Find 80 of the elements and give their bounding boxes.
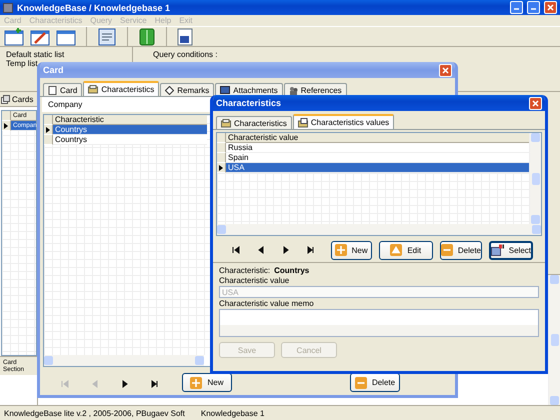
scrollbar[interactable] bbox=[44, 355, 204, 366]
new-window-icon[interactable] bbox=[4, 28, 24, 46]
triangle-icon bbox=[91, 380, 99, 388]
company-label: Company bbox=[48, 100, 82, 109]
window-button[interactable] bbox=[510, 1, 523, 14]
table-cell[interactable]: USA bbox=[226, 163, 529, 173]
row-pointer-icon bbox=[4, 122, 8, 128]
close-button[interactable] bbox=[529, 96, 542, 110]
window-title: Characteristics bbox=[216, 98, 282, 108]
skip-icon bbox=[151, 380, 159, 388]
list-item[interactable]: Default static list bbox=[6, 50, 64, 59]
select-button[interactable]: Select bbox=[489, 240, 533, 260]
edit-window-icon[interactable] bbox=[30, 28, 50, 46]
triangle-icon bbox=[121, 380, 129, 388]
plus-icon bbox=[190, 376, 202, 388]
skip-icon bbox=[232, 246, 240, 254]
table-cell[interactable]: Spain bbox=[226, 153, 529, 163]
new-button[interactable]: New bbox=[330, 240, 372, 260]
triangle-icon bbox=[390, 244, 402, 256]
tab[interactable]: Characteristics bbox=[216, 116, 292, 129]
folders-icon bbox=[221, 118, 231, 128]
column-header[interactable]: Characteristic value bbox=[226, 133, 529, 143]
cards-tab[interactable]: Cards bbox=[0, 92, 37, 107]
tab[interactable]: References bbox=[284, 83, 347, 96]
skip-icon bbox=[306, 246, 315, 254]
memo-field[interactable] bbox=[219, 309, 539, 337]
tab[interactable]: Card bbox=[43, 83, 82, 96]
field-label: Characteristic value memo bbox=[219, 299, 315, 308]
triangle-icon bbox=[282, 246, 290, 254]
folder-sheet-icon bbox=[298, 118, 308, 128]
scrollbar[interactable] bbox=[220, 325, 538, 336]
scrollbar[interactable] bbox=[217, 224, 541, 235]
triangle-icon bbox=[256, 246, 265, 254]
tab[interactable]: Characteristics bbox=[83, 81, 160, 96]
tab[interactable]: Remarks bbox=[160, 83, 214, 96]
row-pointer-icon bbox=[219, 164, 223, 170]
close-icon bbox=[532, 100, 539, 106]
book-icon[interactable] bbox=[138, 28, 156, 46]
window-button[interactable] bbox=[527, 1, 540, 14]
close-icon bbox=[442, 66, 449, 74]
window-title: KnowledgeBase / Knowledgebase 1 bbox=[17, 2, 172, 12]
delete-button[interactable]: Delete bbox=[440, 240, 482, 260]
window-title: Card bbox=[43, 65, 65, 75]
characteristic-name: Countrys bbox=[274, 266, 310, 275]
scrollbar[interactable] bbox=[548, 275, 560, 405]
plus-icon bbox=[334, 244, 347, 256]
row-pointer-icon bbox=[46, 126, 50, 132]
skip-icon bbox=[61, 380, 69, 388]
table-cell[interactable]: Russia bbox=[226, 143, 529, 153]
close-button[interactable] bbox=[439, 64, 452, 76]
status-text: Knowledgebase 1 bbox=[200, 408, 264, 418]
field-label: Characteristic value bbox=[219, 276, 290, 285]
tab[interactable]: Attachments bbox=[215, 83, 283, 96]
status-text: KnowledgeBase lite v.2 , 2005-2006, PBugaev Soft bbox=[4, 408, 185, 418]
app-icon bbox=[3, 2, 13, 12]
column-header[interactable]: Characteristic bbox=[53, 115, 207, 125]
tab[interactable]: Characteristics values bbox=[292, 114, 394, 129]
cards-icon bbox=[1, 94, 10, 104]
scrollbar[interactable] bbox=[529, 133, 541, 224]
document-icon[interactable] bbox=[177, 28, 193, 46]
diamond-icon bbox=[165, 86, 174, 94]
window-icon[interactable] bbox=[56, 28, 76, 46]
folders-icon bbox=[88, 85, 98, 94]
table-cell[interactable]: Countrys bbox=[53, 135, 207, 145]
new-button[interactable]: New bbox=[182, 373, 232, 392]
page-icon bbox=[48, 86, 57, 94]
edit-button[interactable]: Edit bbox=[378, 240, 433, 260]
table-cell[interactable]: Countrys bbox=[53, 125, 207, 135]
screen-icon bbox=[220, 86, 230, 94]
grid-select-icon bbox=[491, 244, 504, 256]
delete-button[interactable]: Delete bbox=[350, 373, 400, 392]
people-icon bbox=[288, 86, 298, 94]
notebook-icon[interactable] bbox=[97, 28, 117, 46]
minus-icon bbox=[440, 244, 453, 256]
list-item[interactable]: Temp list bbox=[6, 59, 38, 68]
field-label: Characteristic: bbox=[219, 266, 270, 275]
minus-icon bbox=[354, 376, 367, 388]
close-icon bbox=[547, 4, 554, 11]
query-label: Query conditions : bbox=[153, 50, 218, 59]
close-button[interactable] bbox=[544, 1, 557, 14]
